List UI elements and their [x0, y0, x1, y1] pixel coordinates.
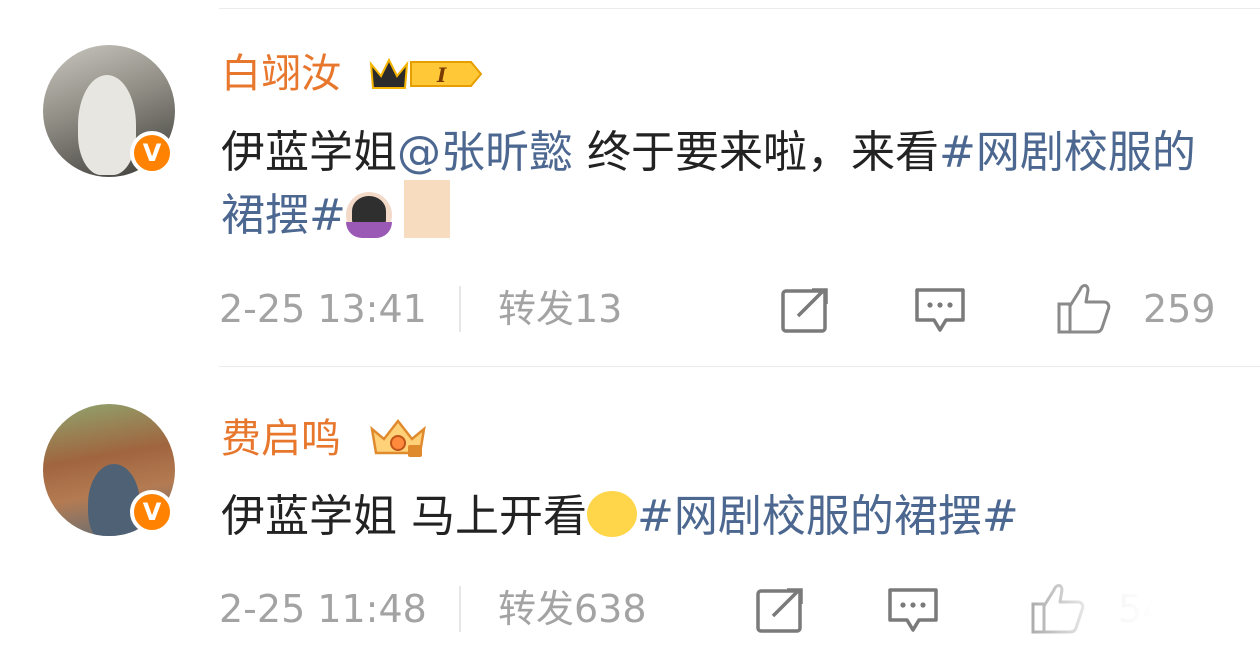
thumbs-up-icon[interactable]: [1056, 280, 1112, 336]
like-count: 259: [1143, 287, 1216, 331]
comment-text-middle: 终于要来啦，来看: [573, 127, 939, 178]
smirk-emoji-icon: [587, 491, 637, 537]
meta-divider: [459, 586, 461, 632]
mention-link[interactable]: @张昕懿: [397, 127, 573, 178]
comment-text-prefix: 伊蓝学姐 马上开看: [221, 491, 587, 542]
comment-time: 2-25 13:41: [219, 287, 427, 331]
repost-count[interactable]: 转发13: [498, 290, 622, 328]
crown-icon[interactable]: [366, 415, 430, 461]
skin-tone-emoji-icon: [403, 180, 450, 238]
username[interactable]: 费启鸣: [221, 419, 341, 459]
meta-divider: [459, 286, 461, 332]
comment-text-prefix: 伊蓝学姐: [221, 127, 397, 178]
raising-hand-emoji-icon: [345, 192, 392, 238]
avatar-figure: [78, 75, 136, 175]
watermark-overlay: [1000, 571, 1260, 657]
repost-count[interactable]: 转发638: [498, 590, 647, 628]
username[interactable]: 白翊汝: [221, 54, 341, 94]
share-icon[interactable]: [780, 286, 834, 334]
hashtag-link[interactable]: #网剧校服的裙摆#: [637, 491, 1019, 542]
comment-time: 2-25 11:48: [219, 587, 427, 631]
comment-icon[interactable]: [914, 286, 966, 334]
crown-icon[interactable]: I: [367, 54, 483, 94]
badge-level-text: I: [436, 63, 447, 87]
verified-icon: V: [130, 131, 174, 175]
comment-text: 伊蓝学姐@张昕懿 终于要来啦，来看#网剧校服的裙摆#: [221, 126, 1231, 243]
verified-icon: V: [130, 490, 174, 534]
share-icon[interactable]: [755, 586, 809, 634]
comment-text: 伊蓝学姐 马上开看 #网剧校服的裙摆#: [221, 490, 1231, 544]
comment-item: V 白翊汝 I 伊蓝学姐@张昕懿 终于要来啦，来看#网剧校服的裙摆# 2-25 …: [0, 0, 1260, 366]
comment-icon[interactable]: [887, 586, 939, 634]
